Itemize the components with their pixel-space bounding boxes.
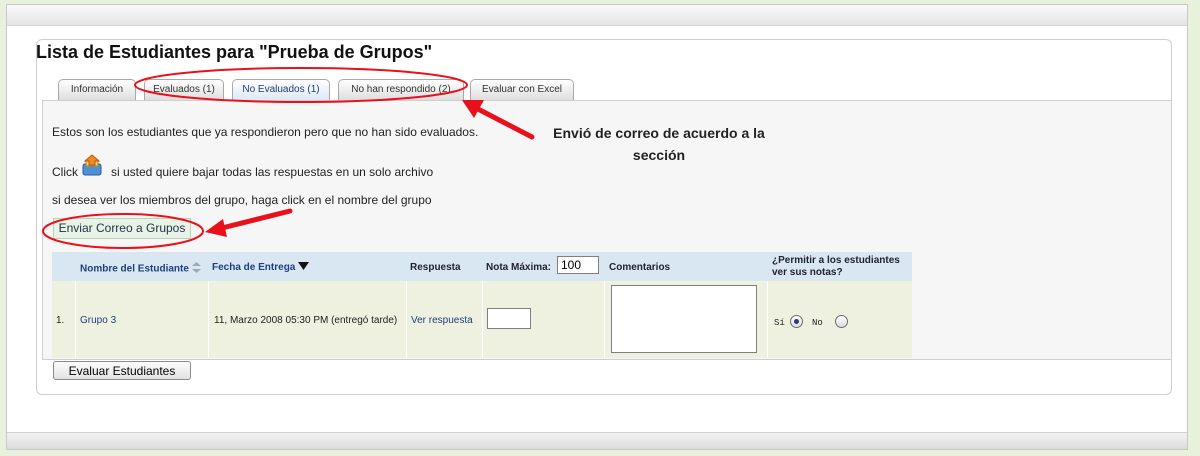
arrow-to-button	[205, 208, 293, 237]
tabs-highlight-ellipse	[134, 67, 468, 103]
annotation-overlay	[42, 67, 535, 249]
button-highlight-ellipse	[42, 213, 204, 249]
arrow-to-tabs	[462, 100, 535, 140]
